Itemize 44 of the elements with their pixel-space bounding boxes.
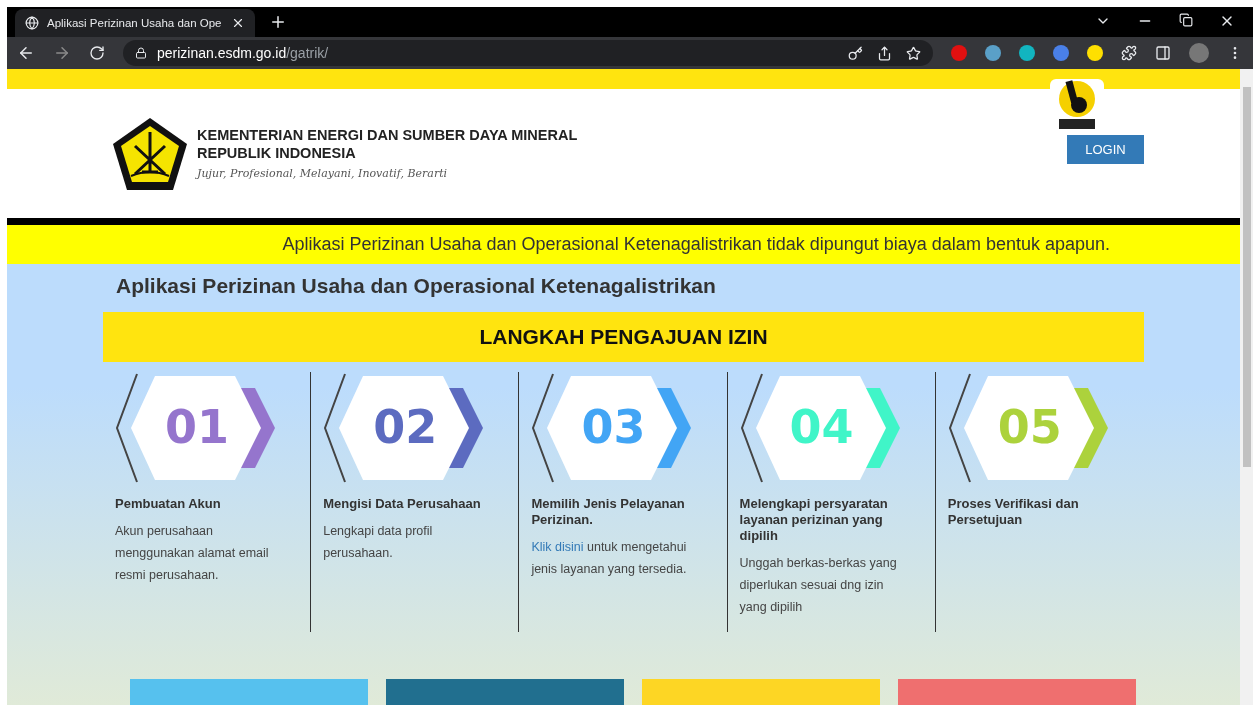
extensions-icon[interactable] xyxy=(1121,45,1137,61)
section-heading: LANGKAH PENGAJUAN IZIN xyxy=(103,312,1144,362)
url-text: perizinan.esdm.go.id/gatrik/ xyxy=(157,45,329,61)
step-title: Melengkapi persyaratan layanan perizinan yang dipilih xyxy=(739,496,889,544)
link[interactable]: Klik disini xyxy=(531,540,584,554)
step-number: 02 xyxy=(373,400,438,454)
notice-banner: Aplikasi Perizinan Usaha dan Operasional Ketenagalistrikan tidak dipungut biaya dalam bentuk apapun. xyxy=(7,225,1240,264)
step-description: Klik disini untuk mengetahui jenis layanan yang tersedia. xyxy=(531,539,688,578)
step-number: 03 xyxy=(581,400,646,454)
address-bar[interactable]: perizinan.esdm.go.id/gatrik/ xyxy=(123,40,933,66)
side-panel-icon[interactable] xyxy=(1155,45,1171,61)
motto: Jujur, Profesional, Melayani, Inovatif, Berarti xyxy=(197,167,449,180)
bookmark-star-icon[interactable] xyxy=(906,45,921,61)
extension-icon[interactable] xyxy=(1087,45,1103,61)
key-icon[interactable] xyxy=(848,45,863,61)
restore-icon[interactable] xyxy=(1179,13,1193,27)
page-title: Aplikasi Perizinan Usaha dan Operasional Ketenagalistrikan xyxy=(116,274,717,298)
country-name: REPUBLIK INDONESIA xyxy=(197,145,357,161)
extension-icon[interactable] xyxy=(985,45,1001,61)
forward-icon[interactable] xyxy=(53,44,71,62)
step-title: Memilih Jenis Pelayanan Perizinan. xyxy=(531,496,686,528)
browser-tab[interactable]: Aplikasi Perizinan Usaha dan Ope xyxy=(15,9,255,37)
lock-icon xyxy=(135,47,147,59)
step-description: Lengkapi data profil perusahaan. xyxy=(323,523,434,562)
step-title: Proses Verifikasi dan Persetujuan xyxy=(947,496,1080,528)
login-button[interactable]: LOGIN xyxy=(1067,135,1144,164)
share-icon[interactable] xyxy=(877,45,892,61)
step-number: 05 xyxy=(997,400,1062,454)
extension-icon[interactable] xyxy=(1019,45,1035,61)
step-title: Mengisi Data Perusahaan xyxy=(323,496,482,512)
profile-avatar[interactable] xyxy=(1189,43,1209,63)
reload-icon[interactable] xyxy=(89,45,105,61)
step-description: Akun perusahaan menggunakan alamat email resmi perusahaan. xyxy=(115,523,270,584)
close-icon[interactable] xyxy=(231,16,245,30)
scrollbar-thumb[interactable] xyxy=(1242,87,1251,467)
step-description: Unggah berkas-berkas yang diperlukan sesuai dng izin yang dipilih xyxy=(739,555,898,616)
step-title: Pembuatan Akun xyxy=(115,496,222,512)
step-number: 04 xyxy=(789,400,854,454)
globe-icon xyxy=(25,16,39,30)
step-number: 01 xyxy=(165,400,229,454)
tab-title: Aplikasi Perizinan Usaha dan Ope xyxy=(47,17,223,29)
back-icon[interactable] xyxy=(17,44,35,62)
ministry-name: KEMENTERIAN ENERGI DAN SUMBER DAYA MINERAL xyxy=(197,127,578,143)
new-tab-icon[interactable] xyxy=(269,13,287,31)
